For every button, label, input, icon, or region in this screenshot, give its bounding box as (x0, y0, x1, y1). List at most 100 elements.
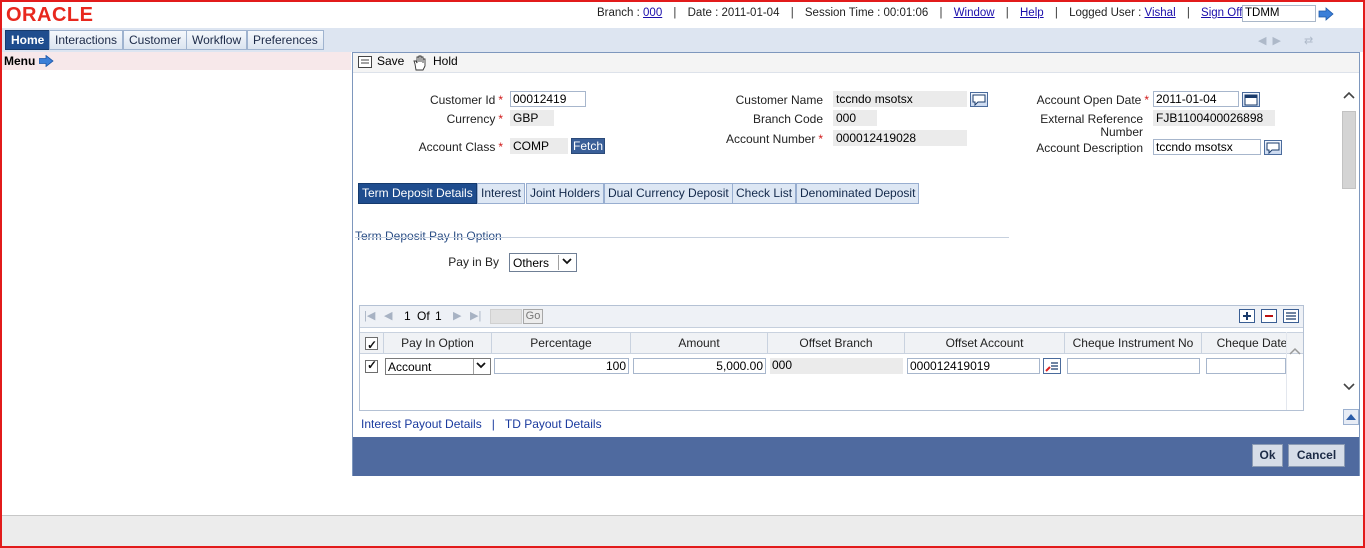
help-link[interactable]: Help (1020, 7, 1044, 19)
nav-prev-icon[interactable]: ◀ (1258, 35, 1272, 47)
tab-denominated-deposit[interactable]: Denominated Deposit (796, 183, 920, 204)
customer-name-field[interactable]: tccndo msotsx (833, 91, 967, 107)
scroll-thumb[interactable] (1342, 111, 1356, 189)
account-open-date-field[interactable]: 2011-01-04 (1153, 91, 1239, 107)
cheque-date-cell[interactable] (1206, 358, 1286, 374)
first-page-icon[interactable]: |◀ (364, 309, 375, 322)
currency-field[interactable]: GBP (510, 110, 554, 126)
payout-links: Interest Payout Details | TD Payout Detail… (361, 417, 602, 431)
logged-user-link[interactable]: Vishal (1145, 7, 1176, 19)
row-select-checkbox[interactable] (365, 358, 378, 373)
delete-row-button[interactable] (1261, 309, 1277, 323)
branch-label: Branch : (597, 7, 640, 19)
section-title: Term Deposit Pay In Option (355, 229, 502, 243)
scroll-down-icon[interactable] (1342, 381, 1356, 393)
chevron-down-icon (558, 255, 575, 270)
calendar-icon (1244, 94, 1258, 106)
tab-joint-holders[interactable]: Joint Holders (526, 183, 605, 204)
col-pay-in-option[interactable]: Pay In Option (384, 333, 492, 354)
nav-tab-preferences[interactable]: Preferences (247, 30, 324, 50)
tab-dual-currency-deposit[interactable]: Dual Currency Deposit (604, 183, 733, 204)
account-class-field[interactable]: COMP (510, 138, 568, 154)
save-icon[interactable] (358, 56, 372, 68)
col-amount[interactable]: Amount (631, 333, 768, 354)
calendar-button[interactable] (1242, 92, 1260, 107)
cancel-button[interactable]: Cancel (1288, 444, 1345, 467)
account-number-field[interactable]: 000012419028 (833, 130, 967, 146)
col-percentage[interactable]: Percentage (492, 333, 631, 354)
amount-cell[interactable]: 5,000.00 (633, 358, 766, 374)
hold-hand-icon[interactable] (412, 55, 430, 71)
account-description-field[interactable]: tccndo msotsx (1153, 139, 1261, 155)
scroll-up-icon[interactable] (1289, 346, 1301, 356)
ok-button[interactable]: Ok (1252, 444, 1283, 467)
fetch-button[interactable]: Fetch (571, 138, 605, 154)
customer-id-field[interactable]: 00012419 (510, 91, 586, 107)
window-link[interactable]: Window (954, 7, 995, 19)
page-of-label: Of (417, 309, 430, 323)
offset-account-cell[interactable]: 000012419019 (907, 358, 1040, 374)
customer-name-lov-button[interactable] (970, 92, 988, 107)
pay-in-by-select[interactable]: Others (509, 253, 577, 272)
last-page-icon[interactable]: ▶| (470, 309, 481, 322)
scroll-up-icon[interactable] (1342, 89, 1356, 101)
tab-term-deposit-details[interactable]: Term Deposit Details (358, 183, 477, 204)
tab-check-list[interactable]: Check List (732, 183, 797, 204)
interest-payout-link[interactable]: Interest Payout Details (361, 417, 482, 431)
top-header: ORACLE Branch : 000 | Date : 2011-01-04 … (2, 2, 1363, 28)
nav-tab-workflow[interactable]: Workflow (186, 30, 248, 50)
panel-scrollbar[interactable] (1341, 79, 1357, 417)
percentage-cell[interactable]: 100 (494, 358, 629, 374)
sign-off-link[interactable]: Sign Off (1201, 7, 1242, 19)
save-button[interactable]: Save (377, 54, 404, 68)
col-offset-account[interactable]: Offset Account (905, 333, 1065, 354)
refresh-icon[interactable]: ⇄ (1304, 35, 1319, 47)
form-toolbar: Save Hold (353, 53, 1359, 73)
lov-list-icon (1045, 362, 1058, 372)
description-edit-button[interactable] (1264, 140, 1282, 155)
nav-tab-customer[interactable]: Customer (123, 30, 188, 50)
account-description-label: Account Description (1036, 141, 1143, 155)
hold-button[interactable]: Hold (433, 54, 458, 68)
nav-tab-home[interactable]: Home (5, 30, 51, 50)
offset-account-lov-button[interactable] (1043, 358, 1061, 374)
grid-scrollbar[interactable] (1286, 332, 1302, 410)
td-payout-link[interactable]: TD Payout Details (505, 417, 602, 431)
tab-interest[interactable]: Interest (477, 183, 526, 204)
add-row-button[interactable] (1239, 309, 1255, 323)
go-button[interactable]: Go (523, 309, 543, 324)
speech-bubble-icon (972, 94, 986, 107)
col-offset-branch[interactable]: Offset Branch (768, 333, 905, 354)
nav-next-icon[interactable]: ▶ (1272, 35, 1286, 47)
branch-code-field[interactable]: 000 (833, 110, 877, 126)
nav-tab-interactions[interactable]: Interactions (49, 30, 124, 50)
menu-label[interactable]: Menu (4, 54, 35, 68)
date-text: Date : 2011-01-04 (687, 7, 780, 19)
offset-branch-cell[interactable]: 000 (770, 358, 903, 374)
select-all-checkbox[interactable] (365, 335, 378, 356)
account-open-date-label: Account Open Date * (1036, 93, 1149, 107)
branch-code-label: Branch Code (752, 112, 823, 126)
pay-in-option-grid: |◀ ◀ 1 Of 1 ▶ ▶| Go Pay In Option P (359, 305, 1304, 411)
go-arrow-icon[interactable] (1318, 7, 1334, 21)
pay-in-option-select[interactable]: Account (385, 358, 491, 375)
page-number-input[interactable] (490, 309, 522, 324)
collapse-button[interactable] (1343, 409, 1359, 425)
external-reference-field[interactable]: FJB1100400026898 (1153, 110, 1275, 126)
grid-header-row: Pay In Option Percentage Amount Offset B… (360, 332, 1303, 356)
prev-page-icon[interactable]: ◀ (384, 309, 392, 322)
main-nav: Home Interactions Customer Workflow Pref… (2, 28, 1363, 52)
customer-id-label: Customer Id * (429, 93, 503, 107)
cheque-instrument-no-cell[interactable] (1067, 358, 1200, 374)
page-current: 1 (404, 309, 411, 323)
list-icon (1286, 312, 1296, 320)
next-page-icon[interactable]: ▶ (453, 309, 461, 322)
speech-bubble-icon (1266, 142, 1280, 155)
table-row: Account 100 5,000.00 000 000012419019 (360, 355, 1286, 377)
menu-expand-icon[interactable] (39, 55, 54, 67)
col-cheque-instrument-no[interactable]: Cheque Instrument No (1065, 333, 1202, 354)
site-code-input[interactable]: TDMM (1242, 5, 1316, 22)
row-details-button[interactable] (1283, 309, 1299, 323)
account-number-label: Account Number * (725, 132, 823, 146)
branch-link[interactable]: 000 (643, 7, 662, 19)
